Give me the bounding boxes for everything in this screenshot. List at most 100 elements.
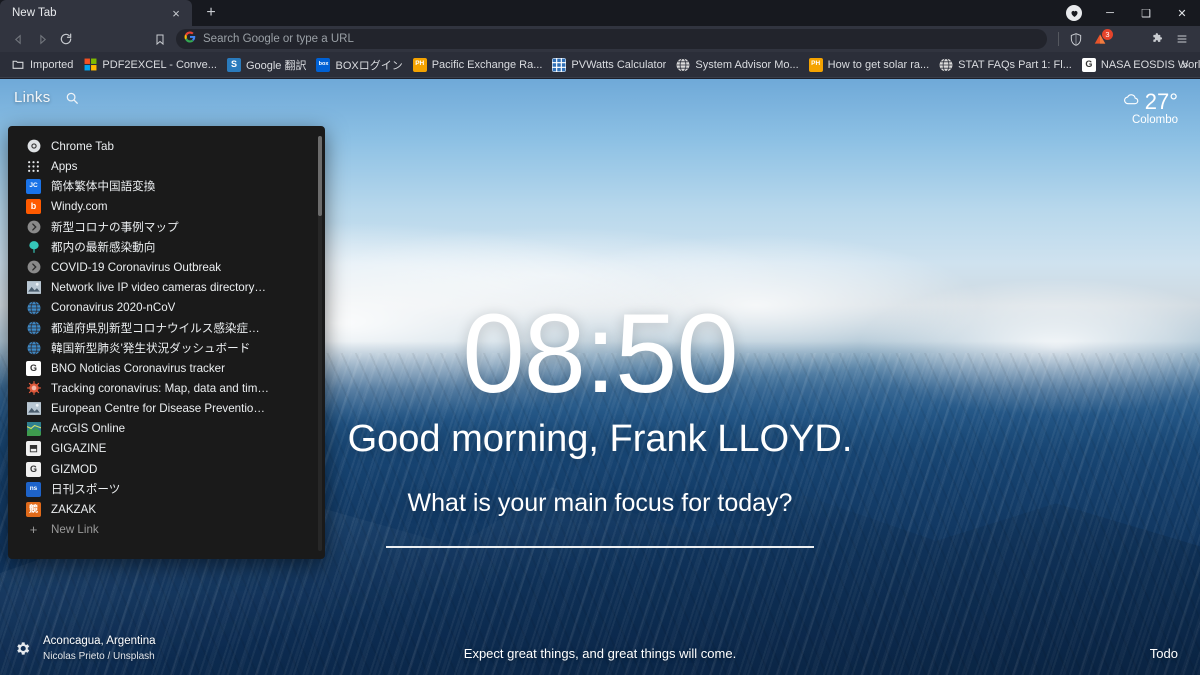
favicon-競-icon: 競 (26, 501, 41, 517)
photo-icon (26, 280, 41, 295)
tab-title: New Tab (12, 7, 57, 19)
panel-scrollbar-thumb[interactable] (318, 136, 322, 216)
tab-new-tab[interactable]: New Tab × (0, 0, 192, 26)
photo-credit-text: Aconcagua, Argentina Nicolas Prieto / Un… (43, 634, 156, 663)
link-item[interactable]: ArcGIS Online (8, 419, 325, 439)
weather-temperature: 27° (1144, 89, 1178, 114)
profile-button[interactable] (1056, 0, 1092, 26)
link-item-label: GIZMOD (51, 462, 98, 476)
tab-strip: New Tab × + ─ ❑ ✕ (0, 0, 1200, 26)
link-item[interactable]: Tracking coronavirus: Map, data and tim… (8, 378, 325, 398)
link-item[interactable]: 韓国新型肺炎'発生状況ダッシュボード (8, 338, 325, 358)
bookmark-item[interactable]: PH How to get solar ra... (804, 55, 935, 75)
back-icon[interactable] (6, 28, 30, 50)
favicon-g-icon: G (26, 461, 41, 477)
link-item-label: BNO Noticias Coronavirus tracker (51, 361, 225, 375)
link-item[interactable]: ns 日刊スポーツ (8, 479, 325, 499)
link-item[interactable]: 新型コロナの事例マップ (8, 217, 325, 237)
favicon-ph-icon: PH (412, 57, 427, 72)
map-icon (26, 421, 41, 436)
weather-city: Colombo (1131, 114, 1178, 126)
weather-widget[interactable]: 27° Colombo (1122, 89, 1178, 126)
favicon-box-icon: box (316, 57, 331, 72)
globe-icon (26, 300, 41, 315)
favicon-b-icon: b (26, 199, 41, 215)
bookmark-label: Pacific Exchange Ra... (431, 58, 543, 71)
link-item[interactable]: Network live IP video cameras directory… (8, 277, 325, 297)
bookmark-item[interactable]: Imported (6, 55, 78, 75)
gear-icon[interactable] (14, 640, 31, 657)
bookmark-item[interactable]: STAT FAQs Part 1: Fl... (934, 55, 1077, 75)
link-item[interactable]: Coronavirus 2020-nCoV (8, 298, 325, 318)
brave-shields-icon[interactable] (1064, 28, 1088, 50)
link-item[interactable]: 競 ZAKZAK (8, 499, 325, 519)
bookmark-item[interactable]: PVWatts Calculator (547, 55, 671, 75)
link-item[interactable]: b Windy.com (8, 197, 325, 217)
tree-icon (26, 240, 41, 255)
ms-squares-icon (83, 58, 97, 72)
forward-icon[interactable] (30, 28, 54, 50)
favicon-s-icon: S (226, 57, 241, 72)
maximize-button[interactable]: ❑ (1128, 0, 1164, 26)
link-item[interactable]: European Centre for Disease Preventio… (8, 398, 325, 418)
folder-icon (11, 58, 25, 72)
address-bar-input[interactable]: Search Google or type a URL (203, 33, 354, 45)
toolbar-divider (1058, 32, 1059, 46)
favicon-g-icon: G (26, 360, 41, 376)
weather-row: 27° (1122, 89, 1178, 115)
bookmark-item[interactable]: System Advisor Mo... (671, 55, 803, 75)
browser-window: New Tab × + ─ ❑ ✕ Search Google or type … (0, 0, 1200, 675)
extension-icon-button[interactable]: 3 (1088, 28, 1113, 50)
extensions-puzzle-icon[interactable] (1146, 28, 1170, 50)
link-item[interactable]: JC 簡体繁体中国語変換 (8, 176, 325, 196)
link-item-label: Coronavirus 2020-nCoV (51, 301, 176, 315)
links-dropdown-panel[interactable]: Chrome Tab Apps JC 簡体繁体中国語変換 b Windy.com 新型コロナ… (8, 126, 325, 559)
new-tab-page: Links Chrome Tab Apps JC 簡体繁体中国語変換 b Windy.co… (0, 79, 1200, 675)
bookmark-icon[interactable] (148, 28, 172, 50)
bookmarks-bar: Imported PDF2EXCEL - Conve... S Google 翻訳 bo… (0, 52, 1200, 78)
globe-icon (939, 57, 953, 72)
globe-icon (26, 320, 41, 335)
browser-menu-icon[interactable] (1170, 28, 1194, 50)
link-item[interactable]: 都道府県別新型コロナウイルス感染症… (8, 318, 325, 338)
bookmark-item[interactable]: PDF2EXCEL - Conve... (78, 55, 222, 75)
link-item[interactable]: Apps (8, 156, 325, 176)
search-icon[interactable] (65, 91, 79, 105)
link-item-label: New Link (51, 523, 99, 537)
link-item[interactable]: G BNO Noticias Coronavirus tracker (8, 358, 325, 378)
link-item-label: GIGAZINE (51, 442, 107, 456)
bookmarks-overflow-icon[interactable]: » (1176, 57, 1194, 72)
link-item-label: European Centre for Disease Preventio… (51, 402, 265, 416)
panel-scrollbar-track[interactable] (318, 136, 322, 551)
google-icon (184, 30, 196, 48)
link-item[interactable]: Chrome Tab (8, 136, 325, 156)
photo-location: Aconcagua, Argentina (43, 634, 156, 647)
close-icon[interactable]: × (168, 5, 184, 21)
links-label[interactable]: Links (14, 89, 51, 106)
link-item[interactable]: G GIZMOD (8, 459, 325, 479)
link-item-label: 簡体繁体中国語変換 (51, 180, 156, 194)
link-item[interactable]: ⬒ GIGAZINE (8, 439, 325, 459)
link-item[interactable]: 都内の最新感染動向 (8, 237, 325, 257)
address-bar[interactable]: Search Google or type a URL (176, 29, 1047, 49)
new-tab-button[interactable]: + (198, 0, 224, 26)
reload-icon[interactable] (54, 28, 78, 50)
photo-icon (26, 401, 41, 416)
bookmark-item[interactable]: S Google 翻訳 (222, 55, 312, 75)
bookmark-label: Google 翻訳 (245, 59, 307, 72)
link-item[interactable]: COVID-19 Coronavirus Outbreak (8, 257, 325, 277)
todo-button[interactable]: Todo (1150, 646, 1178, 661)
bookmark-label: How to get solar ra... (827, 58, 930, 71)
favicon-jc-icon: JC (26, 178, 41, 194)
links-list: Chrome Tab Apps JC 簡体繁体中国語変換 b Windy.com 新型コロナ… (8, 136, 325, 540)
close-window-button[interactable]: ✕ (1164, 0, 1200, 26)
bookmark-label: System Advisor Mo... (695, 58, 799, 71)
cloud-icon (1122, 92, 1141, 112)
link-item-label: Chrome Tab (51, 139, 114, 153)
chrome-icon (26, 139, 41, 154)
links-header: Links (14, 89, 79, 106)
bookmark-item[interactable]: box BOXログイン (311, 55, 407, 75)
bookmark-item[interactable]: PH Pacific Exchange Ra... (408, 55, 548, 75)
new-link-item[interactable]: + New Link (8, 520, 325, 540)
minimize-button[interactable]: ─ (1092, 0, 1128, 26)
